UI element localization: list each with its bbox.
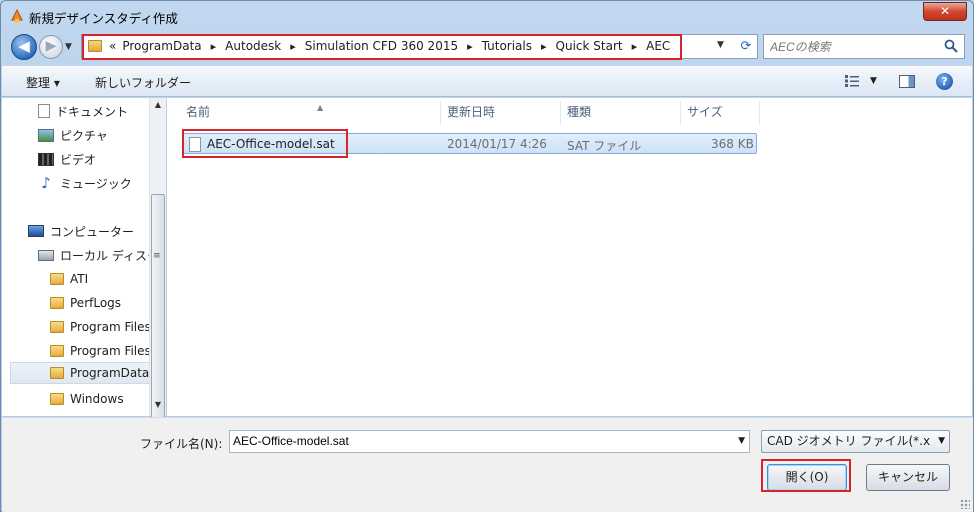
nav-scrollbar[interactable]: ▲ ≡ ▼ — [149, 98, 166, 420]
folder-icon — [50, 297, 64, 309]
column-header-size[interactable]: サイズ — [680, 101, 760, 125]
filename-field[interactable]: ▼ — [229, 430, 750, 453]
recent-locations-button[interactable]: ▼ — [65, 42, 72, 52]
scroll-thumb[interactable] — [151, 194, 165, 420]
folder-icon — [50, 345, 64, 357]
sidebar-item-programdata[interactable]: ProgramData — [10, 362, 150, 384]
forward-button[interactable]: ▶ — [39, 35, 63, 59]
help-icon[interactable]: ? — [936, 73, 953, 90]
chevron-down-icon[interactable]: ▼ — [938, 431, 945, 452]
app-icon — [11, 8, 23, 23]
sidebar-item-label: PerfLogs — [70, 296, 122, 310]
new-folder-button[interactable]: 新しいフォルダー — [95, 74, 191, 91]
column-header-name[interactable]: 名前 ▲ — [179, 101, 441, 125]
search-box[interactable] — [763, 34, 965, 59]
filename-input[interactable] — [233, 434, 723, 448]
view-options-icon[interactable] — [845, 75, 859, 87]
music-icon: ♪ — [41, 174, 51, 192]
column-header-type[interactable]: 種類 — [560, 101, 681, 125]
sidebar-item-label: ATI — [70, 272, 89, 286]
sidebar-item-label: ドキュメント — [56, 104, 129, 119]
filename-dropdown-button[interactable]: ▼ — [738, 436, 745, 446]
back-button[interactable]: ◀ — [11, 34, 37, 60]
address-highlight-box — [82, 34, 682, 60]
sidebar-item-label: コンピューター — [50, 224, 135, 239]
title-bar: 新規デザインスタディ作成 ✕ — [1, 1, 973, 31]
toolbar: 整理 ▾ 新しいフォルダー ▼ ? — [2, 65, 972, 97]
window-title: 新規デザインスタディ作成 — [29, 11, 178, 26]
view-dropdown-button[interactable]: ▼ — [870, 76, 877, 86]
scroll-up-icon[interactable]: ▲ — [150, 100, 166, 114]
sidebar-item-label: ProgramData — [70, 366, 150, 380]
search-icon[interactable] — [944, 39, 958, 53]
sidebar-item-label: Program Files — [70, 344, 151, 358]
file-modified: 2014/01/17 4:26 — [447, 137, 547, 151]
resize-grip[interactable] — [960, 499, 970, 509]
folder-icon — [50, 321, 64, 333]
scroll-down-icon[interactable]: ▼ — [150, 400, 166, 414]
sidebar-item-label: ビデオ — [60, 152, 97, 167]
filename-label: ファイル名(N): — [140, 437, 223, 451]
preview-pane-icon[interactable] — [899, 75, 915, 88]
navigation-pane: ドキュメント ピクチャ ビデオ ♪ ミュージック コンピューター ローカル ディ… — [2, 98, 166, 416]
sidebar-item-label: ミュージック — [60, 176, 132, 191]
file-type-value: CAD ジオメトリ ファイル(*.x — [767, 434, 931, 448]
close-button[interactable]: ✕ — [923, 2, 967, 21]
folder-icon — [50, 367, 64, 379]
sidebar-item-label: ピクチャ — [60, 128, 108, 143]
search-input[interactable] — [770, 38, 940, 56]
sidebar-item-label: Windows — [70, 392, 124, 406]
cancel-button[interactable]: キャンセル — [866, 464, 950, 491]
folder-icon — [50, 273, 64, 285]
sort-ascending-icon: ▲ — [317, 103, 324, 112]
drive-icon — [38, 249, 54, 261]
video-icon — [38, 152, 54, 166]
column-label: 名前 — [186, 105, 211, 119]
scroll-grip-icon: ≡ — [153, 251, 161, 261]
file-type-select[interactable]: CAD ジオメトリ ファイル(*.x ▼ — [761, 430, 950, 453]
organize-button[interactable]: 整理 ▾ — [26, 74, 60, 91]
document-icon — [38, 104, 50, 118]
sidebar-item-label: ローカル ディスク — [60, 248, 159, 263]
file-size: 368 KB — [711, 137, 754, 151]
computer-icon — [28, 225, 44, 237]
sidebar-item-label: Program Files — [70, 320, 151, 334]
open-highlight-box — [761, 459, 851, 492]
file-type: SAT ファイル — [567, 139, 642, 153]
column-header-modified[interactable]: 更新日時 — [440, 101, 561, 125]
folder-icon — [50, 393, 64, 405]
dialog-window: 新規デザインスタディ作成 ✕ ◀ ▶ ▼ « ProgramData ▸ Aut… — [0, 0, 974, 512]
file-highlight-box — [182, 129, 348, 158]
picture-icon — [38, 128, 54, 142]
address-dropdown-button[interactable]: ▼ — [717, 40, 724, 50]
refresh-icon[interactable]: ⟳ — [736, 37, 756, 57]
